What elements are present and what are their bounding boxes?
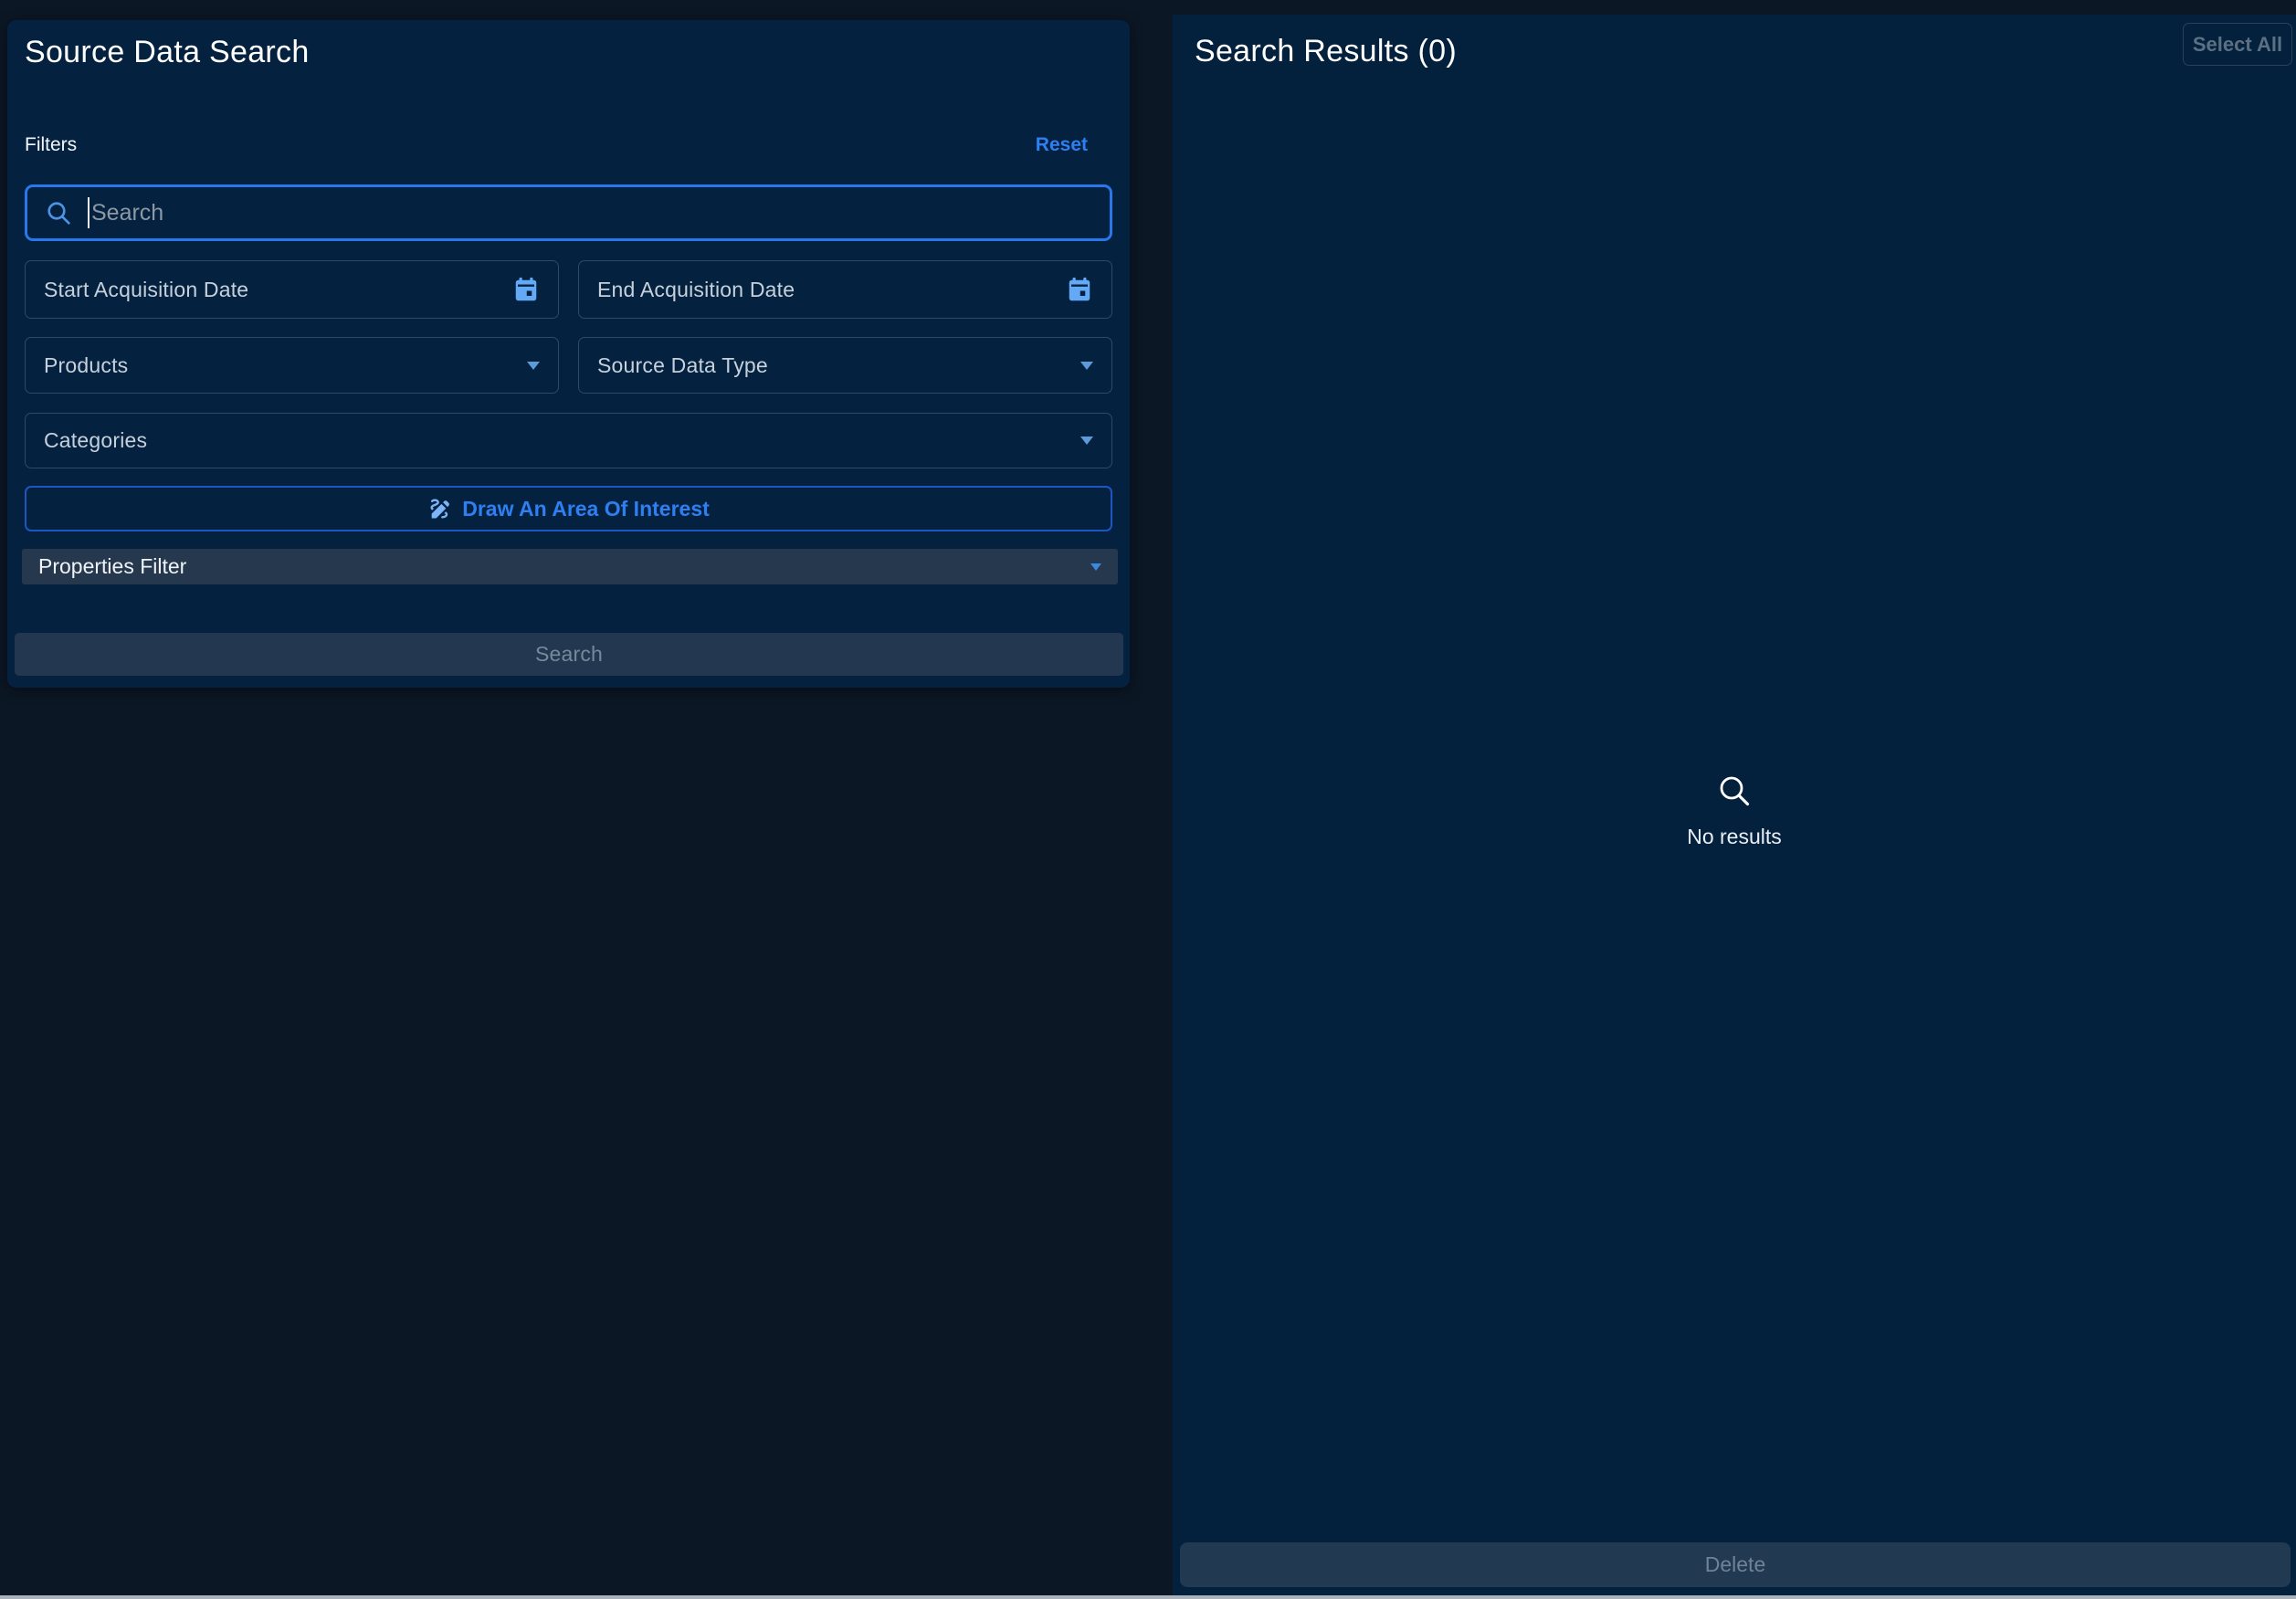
search-input-wrapper[interactable] [25, 184, 1112, 241]
text-cursor [88, 197, 90, 228]
filters-header: Filters Reset [25, 134, 1112, 158]
categories-label: Categories [44, 428, 147, 453]
filters-label: Filters [25, 134, 77, 155]
page-title: Source Data Search [25, 35, 310, 70]
calendar-icon[interactable] [1066, 276, 1093, 303]
results-title: Search Results (0) [1195, 34, 1457, 69]
chevron-down-icon [1080, 437, 1093, 445]
search-icon [1715, 772, 1754, 810]
horizontal-scrollbar[interactable] [0, 1595, 2296, 1599]
source-data-type-label: Source Data Type [597, 353, 768, 378]
results-count: (0) [1418, 34, 1457, 68]
end-date-label: End Acquisition Date [597, 278, 795, 302]
properties-filter-expander[interactable]: Properties Filter [22, 549, 1118, 584]
source-data-search-panel: Source Data Search Filters Reset Start A… [7, 20, 1130, 688]
start-date-label: Start Acquisition Date [44, 278, 248, 302]
search-icon [44, 198, 73, 227]
reset-filters-link[interactable]: Reset [1036, 134, 1088, 156]
chevron-down-icon [527, 362, 540, 370]
chevron-down-icon [1080, 362, 1093, 370]
select-all-button[interactable]: Select All [2183, 23, 2292, 66]
source-data-type-dropdown[interactable]: Source Data Type [578, 337, 1112, 394]
chevron-down-icon [1090, 563, 1101, 571]
draw-area-of-interest-button[interactable]: Draw An Area Of Interest [25, 486, 1112, 531]
products-dropdown[interactable]: Products [25, 337, 559, 394]
date-fields-row: Start Acquisition Date End Acquisition D… [25, 260, 1112, 319]
no-results-text: No results [1687, 825, 1782, 849]
search-input[interactable] [91, 200, 1093, 226]
results-title-text: Search Results [1195, 34, 1409, 68]
search-results-panel: Search Results (0) Select All No results… [1173, 15, 2296, 1599]
categories-dropdown[interactable]: Categories [25, 413, 1112, 468]
draw-area-label: Draw An Area Of Interest [462, 497, 710, 521]
delete-button[interactable]: Delete [1180, 1542, 2291, 1587]
products-label: Products [44, 353, 128, 378]
end-acquisition-date-field[interactable]: End Acquisition Date [578, 260, 1112, 319]
start-acquisition-date-field[interactable]: Start Acquisition Date [25, 260, 559, 319]
draw-pen-icon [427, 496, 453, 521]
calendar-icon[interactable] [512, 276, 540, 303]
empty-state: No results [1173, 772, 2296, 849]
properties-filter-label: Properties Filter [38, 554, 186, 579]
search-button[interactable]: Search [15, 633, 1123, 676]
select-fields-row: Products Source Data Type [25, 337, 1112, 394]
